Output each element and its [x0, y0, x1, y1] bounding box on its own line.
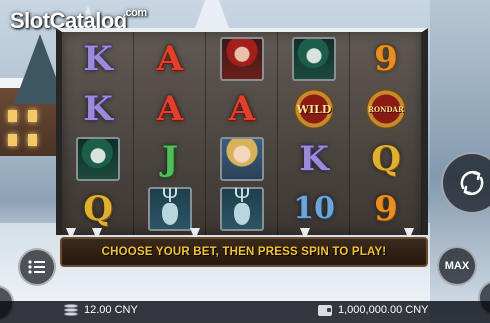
reel-2: AAJΨ: [134, 32, 206, 235]
symbol-a: A: [156, 89, 184, 129]
reel-cell: [278, 34, 350, 84]
symbol-q: Q: [371, 139, 401, 179]
green-hooded-heroine-symbol: [76, 137, 120, 181]
max-bet-label: MAX: [444, 260, 470, 272]
reel-1: KK Q: [62, 32, 134, 235]
reel-cell: RONDAR: [350, 84, 422, 134]
menu-button[interactable]: [18, 248, 56, 286]
reel-cell: K: [62, 84, 134, 134]
reel-cell: 10: [278, 184, 350, 234]
reel-cell: A: [134, 34, 206, 84]
reel-cell: Q: [350, 134, 422, 184]
balance-display: 1,000,000.00 CNY: [318, 304, 429, 316]
reel-cell: Ψ: [134, 184, 206, 234]
symbol-9: 9: [374, 39, 398, 79]
symbol-k: K: [299, 139, 329, 179]
stag-symbol: Ψ: [220, 185, 264, 231]
reel-cell: K: [278, 134, 350, 184]
reel-cell: WILD: [278, 84, 350, 134]
symbol-rondar: RONDAR: [366, 89, 406, 129]
symbol-j: J: [161, 139, 179, 179]
logo-suffix: .com: [123, 7, 147, 19]
symbol-10: 10: [293, 191, 335, 226]
reel-frame: K K Q A A J Ψ A Ψ WILD K 10 9 RONDAR Q 9: [56, 28, 428, 235]
green-hooded-heroine-symbol: [292, 37, 336, 81]
symbol-a: A: [156, 39, 184, 79]
symbol-k: K: [83, 89, 113, 129]
reel-3: AΨ: [206, 32, 278, 235]
spin-arrows-icon: [460, 170, 484, 196]
reel-cell: [206, 134, 278, 184]
reel-5: 9 RONDAR Q 9: [350, 32, 422, 235]
message-bar: CHOOSE YOUR BET, THEN PRESS SPIN TO PLAY…: [60, 237, 428, 267]
reel-cell: K: [62, 34, 134, 84]
reel-cell: [206, 34, 278, 84]
max-bet-button[interactable]: MAX: [437, 246, 477, 286]
coins-icon: [64, 304, 78, 316]
reel-cell: [62, 134, 134, 184]
wallet-icon: [318, 304, 332, 316]
symbol-wild: WILD: [294, 89, 334, 129]
symbol-a: A: [228, 89, 256, 129]
reel-cell: J: [134, 134, 206, 184]
balance-value: 1,000,000.00 CNY: [338, 304, 429, 316]
bet-value: 12.00 CNY: [84, 304, 138, 316]
reel-cell: 9: [350, 184, 422, 234]
bet-display[interactable]: 12.00 CNY: [64, 304, 138, 316]
menu-list-icon: [28, 260, 45, 274]
symbol-q: Q: [83, 189, 113, 229]
reel-cell: Ψ: [206, 184, 278, 234]
message-text: CHOOSE YOUR BET, THEN PRESS SPIN TO PLAY…: [101, 246, 387, 258]
blonde-heroine-symbol: [220, 137, 264, 181]
reel-cell: A: [206, 84, 278, 134]
reel-4: WILD K 10: [278, 32, 350, 235]
symbol-9: 9: [374, 189, 398, 229]
symbol-k: K: [83, 39, 113, 79]
stag-symbol: Ψ: [148, 185, 192, 231]
reel-cell: Q: [62, 184, 134, 234]
reel-cell: 9: [350, 34, 422, 84]
reel-cell: A: [134, 84, 206, 134]
red-hooded-heroine-symbol: [220, 37, 264, 81]
